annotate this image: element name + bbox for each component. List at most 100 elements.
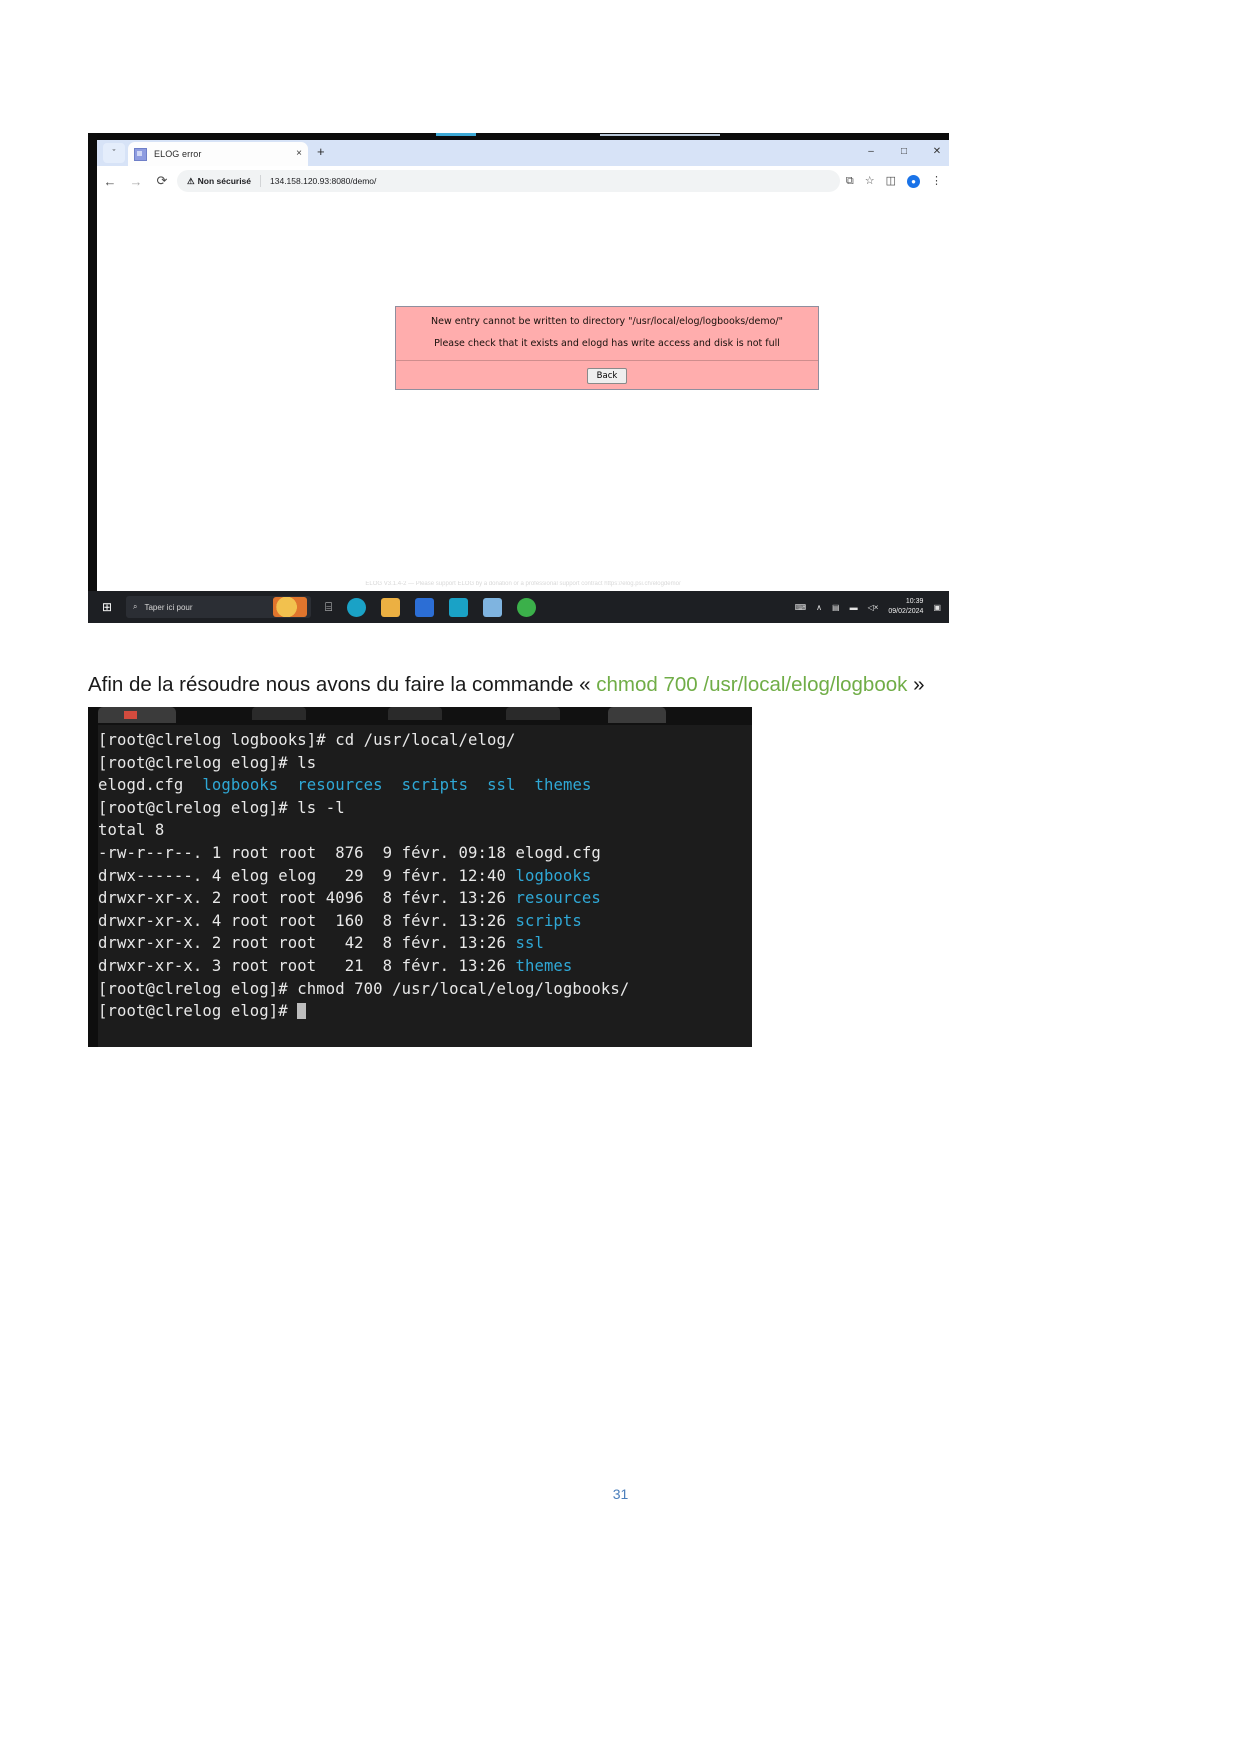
web-page-content: New entry cannot be written to directory… bbox=[97, 196, 949, 591]
translate-icon[interactable]: ⧉ bbox=[846, 175, 854, 187]
paragraph-lead: Afin de la résoudre nous avons du faire … bbox=[88, 672, 597, 696]
browser-screenshot: ˇ ELOG error × + – □ ✕ ← → ⟳ ⚠ Non sécur… bbox=[88, 133, 949, 623]
terminal-tab-5[interactable] bbox=[608, 707, 666, 723]
terminal-directory-name: themes bbox=[534, 776, 592, 795]
terminal-tab-4[interactable] bbox=[506, 707, 560, 720]
terminal-directory-name: resources bbox=[297, 776, 383, 795]
side-panel-icon[interactable]: ◫ bbox=[886, 175, 896, 187]
chrome-menu-icon[interactable]: ⋮ bbox=[931, 175, 942, 187]
chrome-icon[interactable] bbox=[517, 597, 537, 617]
back-icon[interactable]: ← bbox=[97, 174, 123, 189]
terminal-text: drwx------. 4 elog elog 29 9 févr. 12:40 bbox=[98, 866, 516, 885]
start-button-icon[interactable]: ⊞ bbox=[88, 600, 126, 614]
store-icon[interactable] bbox=[415, 597, 435, 617]
omnibox-divider bbox=[260, 175, 262, 187]
browser-nav-bar: ← → ⟳ ⚠ Non sécurisé 134.158.120.93:8080… bbox=[97, 166, 949, 196]
address-bar[interactable]: ⚠ Non sécurisé 134.158.120.93:8080/demo/ bbox=[177, 170, 840, 192]
terminal-output[interactable]: [root@clrelog logbooks]# cd /usr/local/e… bbox=[98, 725, 752, 1047]
terminal-line: [root@clrelog logbooks]# cd /usr/local/e… bbox=[98, 729, 752, 752]
terminal-line: elogd.cfg logbooks resources scripts ssl… bbox=[98, 774, 752, 797]
browser-tab-elog-error[interactable]: ELOG error × bbox=[128, 142, 308, 166]
body-paragraph: Afin de la résoudre nous avons du faire … bbox=[88, 669, 968, 700]
terminal-text: drwxr-xr-x. 2 root root 42 8 févr. 13:26 bbox=[98, 934, 516, 953]
terminal-directory-name: ssl bbox=[487, 776, 516, 795]
url-text: 134.158.120.93:8080/demo/ bbox=[270, 176, 377, 186]
windows-taskbar: ⊞ ⌕ Taper ici pour ⌸ ⌨ ∧ ▤ ▬ ◁× 10:39 09… bbox=[88, 591, 949, 623]
terminal-directory-name: scripts bbox=[401, 776, 469, 795]
browser-left-edge bbox=[88, 133, 97, 591]
terminal-tab-3[interactable] bbox=[388, 707, 442, 720]
battery-icon[interactable]: ▬ bbox=[850, 603, 858, 612]
task-view-icon[interactable]: ⌸ bbox=[325, 600, 332, 615]
new-tab-icon[interactable]: + bbox=[317, 144, 325, 160]
terminal-line: drwxr-xr-x. 3 root root 21 8 févr. 13:26… bbox=[98, 955, 752, 978]
back-button[interactable]: Back bbox=[586, 368, 628, 384]
elog-error-line-1: New entry cannot be written to directory… bbox=[431, 316, 783, 327]
close-icon[interactable]: × bbox=[296, 149, 302, 159]
elog-favicon-icon bbox=[134, 147, 147, 161]
terminal-directory-name: themes bbox=[515, 956, 573, 975]
clock-date: 09/02/2024 bbox=[888, 608, 924, 615]
terminal-line: drwxr-xr-x. 4 root root 160 8 févr. 13:2… bbox=[98, 910, 752, 933]
edge-icon[interactable] bbox=[347, 597, 367, 617]
clock-time: 10:39 bbox=[905, 598, 924, 605]
terminal-tab-active[interactable] bbox=[98, 707, 176, 723]
taskbar-clock[interactable]: 10:39 09/02/2024 bbox=[888, 597, 923, 617]
security-label: Non sécurisé bbox=[197, 176, 252, 186]
maximize-icon[interactable]: □ bbox=[898, 143, 910, 160]
network-icon[interactable]: ▤ bbox=[832, 603, 840, 612]
terminal-text: [root@clrelog elog]# ls -l bbox=[98, 798, 345, 817]
terminal-line: [root@clrelog elog]# chmod 700 /usr/loca… bbox=[98, 978, 752, 1001]
minimize-icon[interactable]: – bbox=[865, 143, 877, 160]
browser-toolbar-actions: ⧉ ☆ ◫ ● ⋮ bbox=[846, 174, 949, 188]
terminal-screenshot: [root@clrelog logbooks]# cd /usr/local/e… bbox=[88, 707, 752, 1047]
terminal-text: [root@clrelog logbooks]# cd /usr/local/e… bbox=[98, 731, 516, 749]
terminal-line: drwx------. 4 elog elog 29 9 févr. 12:40… bbox=[98, 865, 752, 888]
tray-chevron-icon[interactable]: ∧ bbox=[816, 603, 822, 612]
terminal-tab-2[interactable] bbox=[252, 707, 306, 720]
window-close-icon[interactable]: ✕ bbox=[931, 143, 943, 160]
terminal-directory-name: resources bbox=[515, 889, 601, 908]
taskbar-search-box[interactable]: ⌕ Taper ici pour bbox=[126, 596, 311, 618]
page-number: 31 bbox=[612, 1486, 629, 1502]
browser-tab-title: ELOG error bbox=[154, 149, 202, 159]
elog-error-dialog: New entry cannot be written to directory… bbox=[395, 306, 819, 390]
top-strip-accent-2 bbox=[600, 134, 720, 136]
file-explorer-icon[interactable] bbox=[381, 597, 401, 617]
terminal-text: -rw-r--r--. 1 root root 876 9 févr. 09:1… bbox=[98, 843, 601, 862]
search-icon: ⌕ bbox=[133, 602, 138, 611]
elog-dialog-actions: Back bbox=[396, 360, 818, 389]
reload-icon[interactable]: ⟳ bbox=[149, 173, 175, 189]
command-chmod-700: chmod 700 bbox=[596, 672, 698, 696]
terminal-line: total 8 bbox=[98, 819, 752, 842]
command-path-text: /usr/local/elog/logbook bbox=[703, 672, 908, 696]
terminal-text: total 8 bbox=[98, 821, 165, 840]
terminal-text: [root@clrelog elog]# bbox=[98, 1002, 298, 1021]
tab-search-chevron-icon[interactable]: ˇ bbox=[103, 143, 125, 163]
terminal-left-edge bbox=[88, 707, 98, 1047]
window-controls: – □ ✕ bbox=[865, 143, 943, 160]
profile-avatar-icon[interactable]: ● bbox=[907, 174, 920, 188]
terminal-line: drwxr-xr-x. 2 root root 4096 8 févr. 13:… bbox=[98, 887, 752, 910]
terminal-text: drwxr-xr-x. 3 root root 21 8 févr. 13:26 bbox=[98, 956, 516, 975]
terminal-directory-name: scripts bbox=[515, 911, 582, 930]
forward-icon[interactable]: → bbox=[123, 174, 149, 189]
browser-top-strip bbox=[88, 133, 949, 140]
notification-center-icon[interactable]: ▣ bbox=[933, 603, 941, 612]
security-status[interactable]: ⚠ Non sécurisé bbox=[187, 176, 251, 187]
paragraph-tail: » bbox=[907, 672, 925, 696]
bookmark-star-icon[interactable]: ☆ bbox=[865, 175, 875, 187]
mail-icon[interactable] bbox=[449, 597, 469, 617]
terminal-directory-name: ssl bbox=[515, 934, 544, 953]
search-thumbnail-icon bbox=[273, 597, 307, 617]
volume-icon[interactable]: ◁× bbox=[868, 603, 879, 612]
keyboard-layout-icon[interactable]: ⌨ bbox=[795, 603, 807, 612]
terminal-directory-name: logbooks bbox=[515, 866, 592, 885]
terminal-line: drwxr-xr-x. 2 root root 42 8 févr. 13:26… bbox=[98, 932, 752, 955]
taskbar-system-tray: ⌨ ∧ ▤ ▬ ◁× 10:39 09/02/2024 ▣ bbox=[795, 597, 949, 617]
terminal-line: [root@clrelog elog]# bbox=[98, 1000, 752, 1023]
photos-icon[interactable] bbox=[483, 597, 503, 617]
